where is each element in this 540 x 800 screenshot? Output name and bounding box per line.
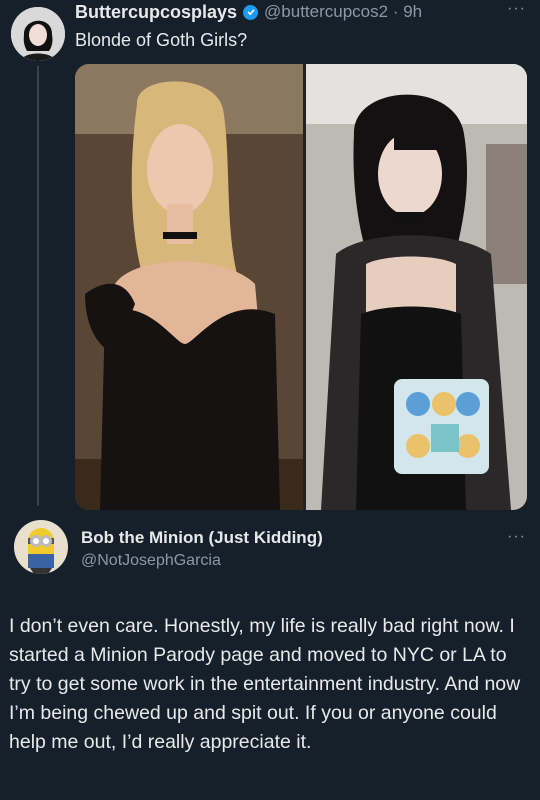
post-header: Buttercupcosplays @buttercupcos2 · 9h (75, 0, 422, 24)
post-text: I don’t even care. Honestly, my life is … (9, 615, 521, 753)
post-text: Blonde of Goth Girls? (75, 30, 248, 50)
more-options-icon[interactable]: ··· (507, 0, 526, 18)
post-media[interactable] (75, 64, 527, 510)
avatar-image (14, 520, 68, 574)
avatar-image (11, 7, 65, 61)
avatar-buttercupcosplays[interactable] (11, 7, 65, 61)
verified-badge-icon (243, 4, 259, 20)
thread-connector-line (37, 66, 39, 506)
photo-blonde[interactable] (75, 64, 303, 510)
more-options-icon[interactable]: ··· (507, 528, 526, 546)
display-name[interactable]: Buttercupcosplays (75, 2, 237, 23)
display-name[interactable]: Bob the Minion (Just Kidding) (81, 528, 323, 548)
handle-and-time[interactable]: @buttercupcos2 · 9h (264, 2, 422, 22)
handle[interactable]: @NotJosephGarcia (81, 552, 221, 570)
photo-goth-illustration (306, 64, 527, 510)
avatar-bob-the-minion[interactable] (14, 520, 68, 574)
photo-goth[interactable] (306, 64, 527, 510)
photo-blonde-illustration (75, 64, 303, 510)
